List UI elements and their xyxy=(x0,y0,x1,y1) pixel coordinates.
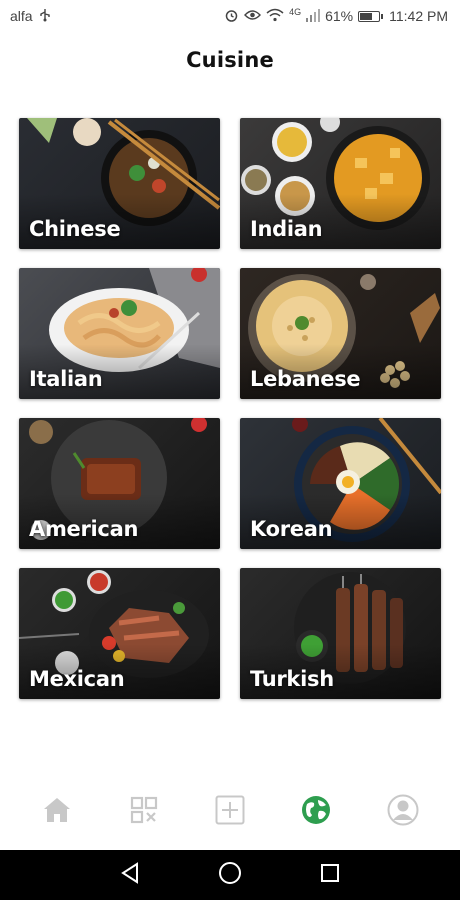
cuisine-grid: Chinese Indian Italian Lebanese American… xyxy=(19,118,441,699)
home-circle-icon xyxy=(218,861,242,890)
cuisine-label: Korean xyxy=(250,517,333,541)
add-icon xyxy=(215,795,245,830)
cuisine-card-american[interactable]: American xyxy=(19,418,220,549)
alarm-icon xyxy=(224,8,239,25)
cuisine-label: Chinese xyxy=(29,217,121,241)
cuisine-label: Turkish xyxy=(250,667,334,691)
status-right: 4G 61% 11:42 PM xyxy=(224,6,448,25)
cuisine-card-lebanese[interactable]: Lebanese xyxy=(240,268,441,399)
cuisine-label: American xyxy=(29,517,139,541)
battery-icon xyxy=(358,10,384,22)
nav-cuisine[interactable] xyxy=(292,788,340,836)
clock-time: 11:42 PM xyxy=(389,8,448,24)
cuisine-card-korean[interactable]: Korean xyxy=(240,418,441,549)
system-recents-button[interactable] xyxy=(310,855,350,895)
system-back-button[interactable] xyxy=(110,855,150,895)
cuisine-card-mexican[interactable]: Mexican xyxy=(19,568,220,699)
cuisine-card-indian[interactable]: Indian xyxy=(240,118,441,249)
system-home-button[interactable] xyxy=(210,855,250,895)
system-nav xyxy=(0,850,460,900)
nav-profile[interactable] xyxy=(379,788,427,836)
header: Cuisine xyxy=(0,48,460,72)
bottom-nav xyxy=(0,786,460,838)
usb-icon xyxy=(39,8,51,24)
nav-home[interactable] xyxy=(33,788,81,836)
nav-categories[interactable] xyxy=(120,788,168,836)
grid-icon xyxy=(130,796,158,829)
network-type: 4G xyxy=(289,6,302,17)
page-title: Cuisine xyxy=(186,48,274,72)
carrier-name: alfa xyxy=(10,8,33,24)
cuisine-card-turkish[interactable]: Turkish xyxy=(240,568,441,699)
cuisine-label: Lebanese xyxy=(250,367,361,391)
battery-percent: 61% xyxy=(325,8,354,24)
recents-icon xyxy=(320,863,340,888)
cuisine-card-italian[interactable]: Italian xyxy=(19,268,220,399)
cuisine-label: Mexican xyxy=(29,667,125,691)
eye-icon xyxy=(244,9,262,23)
home-icon xyxy=(42,796,72,829)
nav-add[interactable] xyxy=(206,788,254,836)
status-bar: alfa 4G 61% 11:42 PM xyxy=(0,0,460,32)
battery-fill xyxy=(360,12,373,20)
signal-icon xyxy=(306,8,321,24)
wifi-icon xyxy=(266,8,284,24)
cuisine-card-chinese[interactable]: Chinese xyxy=(19,118,220,249)
profile-icon xyxy=(387,794,419,831)
status-left: alfa xyxy=(10,8,51,24)
cuisine-label: Indian xyxy=(250,217,323,241)
cuisine-label: Italian xyxy=(29,367,103,391)
globe-icon xyxy=(301,795,331,830)
back-icon xyxy=(120,861,140,889)
